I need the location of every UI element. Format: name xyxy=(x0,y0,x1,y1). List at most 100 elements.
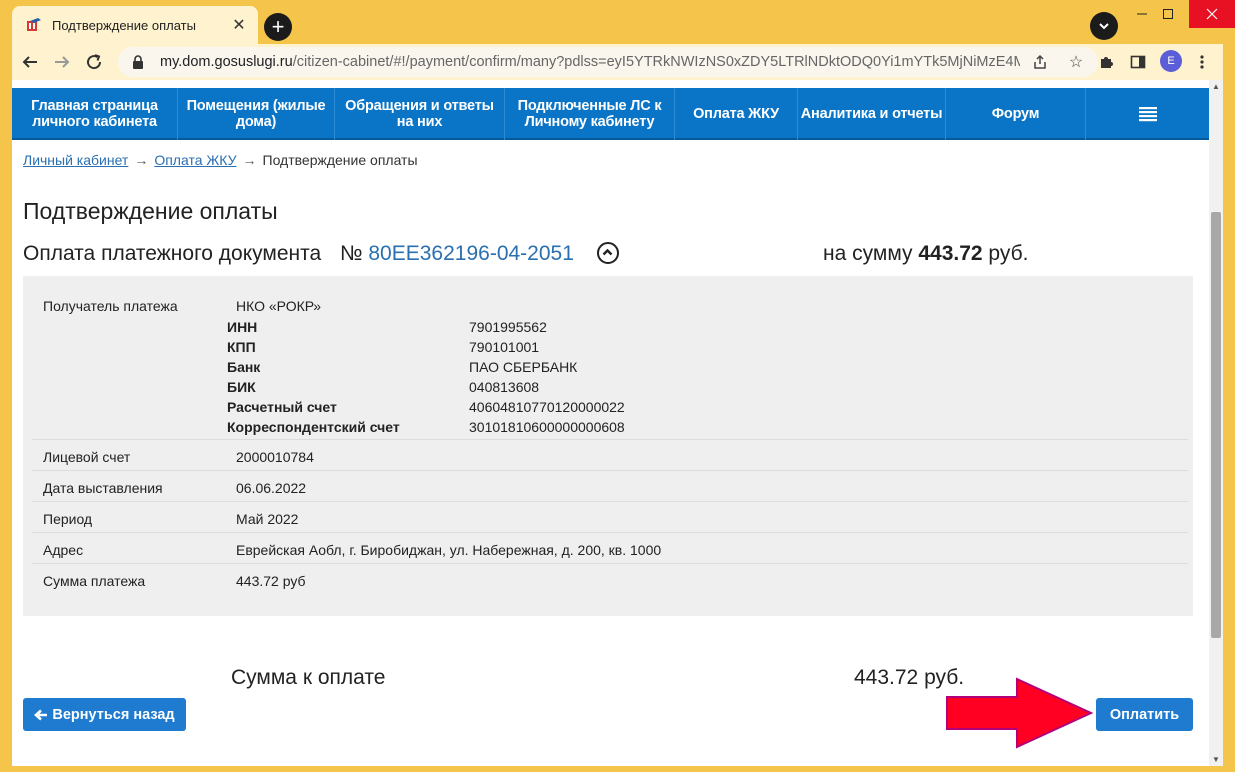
nav-item-payments[interactable]: Оплата ЖКУ xyxy=(675,88,798,140)
document-number: № 80EE362196-04-2051 xyxy=(340,242,574,266)
nav-item-label: Форум xyxy=(991,106,1040,122)
scroll-down-icon[interactable]: ▼ xyxy=(1212,755,1220,764)
total-label: Сумма к оплате xyxy=(231,666,386,689)
page-title: Подтверждение оплаты xyxy=(23,198,278,224)
detail-value: Еврейская Аобл, г. Биробиджан, ул. Набер… xyxy=(236,542,662,558)
breadcrumb-current: Подтверждение оплаты xyxy=(262,152,418,168)
nav-item-home[interactable]: Главная страница личного кабинета xyxy=(12,88,178,140)
detail-row-amount: Сумма платежа 443.72 руб xyxy=(32,564,1188,595)
back-to-payments-button[interactable]: Вернуться назад xyxy=(23,698,186,731)
breadcrumb-link-payments[interactable]: Оплата ЖКУ xyxy=(154,152,236,168)
detail-row-account: Лицевой счет 2000010784 xyxy=(32,440,1188,471)
new-tab-button[interactable]: + xyxy=(264,13,292,41)
address-bar[interactable]: my.dom.gosuslugi.ru/citizen-cabinet/#!/p… xyxy=(118,47,1098,77)
reload-button[interactable] xyxy=(78,46,110,78)
minimize-icon xyxy=(1137,13,1147,15)
breadcrumb-separator: → xyxy=(242,152,257,168)
document-sum: на сумму 443.72 руб. xyxy=(823,242,1028,266)
tab-search-button[interactable] xyxy=(1090,12,1118,40)
nav-item-label: личного кабинета xyxy=(32,114,157,130)
browser-toolbar: my.dom.gosuslugi.ru/citizen-cabinet/#!/p… xyxy=(12,44,1223,80)
detail-value: Май 2022 xyxy=(236,511,299,527)
nav-item-label: Аналитика и отчеты xyxy=(800,106,943,122)
detail-row-date: Дата выставления 06.06.2022 xyxy=(32,471,1188,502)
nav-item-label: Оплата ЖКУ xyxy=(693,106,779,122)
close-icon xyxy=(1206,8,1218,20)
tab-title: Подтверждение оплаты xyxy=(52,17,196,33)
detail-value: 443.72 руб xyxy=(236,573,306,589)
nav-menu-button[interactable] xyxy=(1086,88,1209,140)
back-button[interactable] xyxy=(14,46,46,78)
nav-item-label: Подключенные ЛС к xyxy=(517,98,662,114)
field-value: 30101810600000000608 xyxy=(469,419,625,435)
collapse-toggle-button[interactable] xyxy=(597,242,619,264)
reload-icon xyxy=(87,54,102,70)
field-value: 040813608 xyxy=(469,379,540,395)
nav-item-label: Личному кабинету xyxy=(524,114,655,130)
pay-button[interactable]: Оплатить xyxy=(1096,698,1193,731)
url-path: /citizen-cabinet/#!/payment/confirm/many… xyxy=(292,54,1020,70)
field-key: ИНН xyxy=(227,319,258,335)
pay-button-label: Оплатить xyxy=(1109,706,1180,723)
sum-unit: руб. xyxy=(988,242,1029,265)
web-page: Главная страница личного кабинета Помещен… xyxy=(12,80,1209,766)
nav-item-premises[interactable]: Помещения (жилые дома) xyxy=(178,88,335,140)
extensions-puzzle-icon[interactable] xyxy=(1096,52,1116,72)
tab-strip: Подтверждение оплаты ✕ + xyxy=(0,0,1235,44)
sum-prefix: на сумму xyxy=(823,242,913,265)
share-icon[interactable] xyxy=(1030,52,1050,72)
hamburger-menu-icon xyxy=(1138,107,1157,122)
field-key: БИК xyxy=(227,379,256,395)
maximize-icon xyxy=(1163,9,1173,19)
bookmark-star-icon[interactable]: ☆ xyxy=(1066,52,1086,72)
nav-item-accounts[interactable]: Подключенные ЛС к Личному кабинету xyxy=(505,88,675,140)
browser-window: Подтверждение оплаты ✕ + my.dom.gosuslug… xyxy=(0,0,1235,772)
field-value: 40604810770120000022 xyxy=(469,399,625,415)
nav-item-analytics[interactable]: Аналитика и отчеты xyxy=(798,88,946,140)
annotation-arrow-icon xyxy=(946,677,1094,749)
nav-item-label: дома) xyxy=(235,114,277,130)
forward-button[interactable] xyxy=(46,46,78,78)
scroll-up-icon[interactable]: ▲ xyxy=(1212,82,1220,91)
profile-avatar[interactable]: E xyxy=(1160,50,1182,72)
detail-key: Период xyxy=(43,511,93,527)
chevron-down-icon xyxy=(1099,23,1109,30)
side-panel-icon[interactable] xyxy=(1128,52,1148,72)
field-value: 7901995562 xyxy=(469,319,547,335)
breadcrumb-separator: → xyxy=(134,152,149,168)
nav-item-label: Обращения и ответы xyxy=(345,98,494,114)
detail-value: 06.06.2022 xyxy=(236,480,307,496)
field-value: 790101001 xyxy=(469,339,540,355)
kebab-menu-icon[interactable] xyxy=(1192,52,1212,72)
browser-tab[interactable]: Подтверждение оплаты ✕ xyxy=(12,6,258,44)
url-host: my.dom.gosuslugi.ru xyxy=(160,54,293,70)
document-header: Оплата платежного документа № 80EE362196… xyxy=(23,242,1203,272)
detail-key: Сумма платежа xyxy=(43,573,146,589)
url-text: my.dom.gosuslugi.ru/citizen-cabinet/#!/p… xyxy=(160,54,1020,70)
detail-row-period: Период Май 2022 xyxy=(32,502,1188,533)
document-label: Оплата платежного документа xyxy=(23,242,322,265)
recipient-label: Получатель платежа xyxy=(43,298,178,314)
nav-item-appeals[interactable]: Обращения и ответы на них xyxy=(335,88,505,140)
nav-item-label: на них xyxy=(396,114,443,130)
nav-item-forum[interactable]: Форум xyxy=(946,88,1086,140)
field-key: Расчетный счет xyxy=(227,399,337,415)
document-number-link[interactable]: 80EE362196-04-2051 xyxy=(368,242,574,265)
detail-row-address: Адрес Еврейская Аобл, г. Биробиджан, ул.… xyxy=(32,533,1188,564)
scrollbar-thumb[interactable] xyxy=(1211,212,1221,638)
chevron-up-icon xyxy=(602,248,613,256)
back-button-label: Вернуться назад xyxy=(52,706,175,723)
window-close-button[interactable] xyxy=(1189,0,1235,28)
field-value: ПАО СБЕРБАНК xyxy=(469,359,578,375)
sum-value: 443.72 xyxy=(918,242,983,265)
gosuslugi-favicon-icon xyxy=(26,17,42,33)
nav-item-label: Главная страница xyxy=(31,98,158,114)
breadcrumb-link-cabinet[interactable]: Личный кабинет xyxy=(23,152,128,168)
tab-close-icon[interactable]: ✕ xyxy=(230,15,248,35)
page-scrollbar[interactable]: ▲ ▼ xyxy=(1209,80,1223,766)
field-key: КПП xyxy=(227,339,256,355)
field-key: Банк xyxy=(227,359,261,375)
maximize-button[interactable] xyxy=(1148,0,1188,28)
arrow-left-icon xyxy=(22,56,37,68)
recipient-row: Получатель платежа НКО «РОКР» xyxy=(32,276,1188,440)
